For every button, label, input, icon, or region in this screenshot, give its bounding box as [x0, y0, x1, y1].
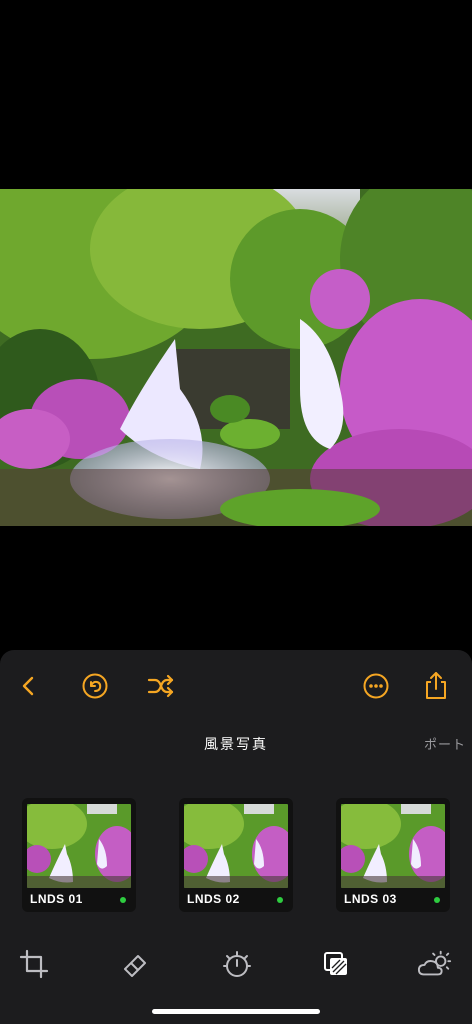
- preset-card-lnds-01[interactable]: LNDS 01: [22, 798, 136, 912]
- tab-landscape[interactable]: 風景写真: [204, 734, 268, 754]
- back-button[interactable]: [12, 669, 46, 703]
- tab-portrait[interactable]: ポート: [424, 734, 466, 753]
- crop-button[interactable]: [16, 946, 52, 982]
- eraser-button[interactable]: [118, 946, 154, 982]
- preset-label: LNDS 01: [30, 892, 83, 906]
- category-tabs: 風景写真 ポート: [0, 734, 472, 758]
- chevron-left-icon: [22, 676, 34, 696]
- preset-status-dot: [277, 897, 283, 903]
- preset-thumbnail: [184, 804, 288, 888]
- crop-icon: [19, 949, 49, 979]
- share-icon: [426, 672, 446, 699]
- more-button[interactable]: [359, 669, 393, 703]
- main-photo: [0, 189, 472, 526]
- eraser-icon: [124, 955, 146, 977]
- preset-label: LNDS 03: [344, 892, 397, 906]
- layers-button[interactable]: [318, 946, 354, 982]
- undo-icon: [82, 673, 108, 699]
- timer-button[interactable]: [219, 946, 255, 982]
- top-toolbar: [0, 650, 472, 720]
- weather-icon: [417, 950, 452, 976]
- preset-status-dot: [120, 897, 126, 903]
- weather-button[interactable]: [417, 946, 453, 982]
- home-indicator[interactable]: [152, 1009, 320, 1014]
- preset-card-lnds-02[interactable]: LNDS 02: [179, 798, 293, 912]
- more-icon: [363, 673, 389, 699]
- undo-button[interactable]: [78, 669, 112, 703]
- shuffle-button[interactable]: [144, 669, 178, 703]
- bottom-toolbar: [0, 946, 472, 986]
- preset-status-dot: [434, 897, 440, 903]
- preset-list: LNDS 01 LNDS 02 LNDS 03: [0, 798, 472, 914]
- preset-thumbnail: [27, 804, 131, 888]
- layers-icon: [324, 952, 347, 975]
- preset-card-lnds-03[interactable]: LNDS 03: [336, 798, 450, 912]
- preset-label: LNDS 02: [187, 892, 240, 906]
- timer-icon: [223, 951, 251, 977]
- shuffle-icon: [147, 674, 174, 698]
- share-button[interactable]: [419, 669, 453, 703]
- editor-panel: 風景写真 ポート LNDS 01 LNDS 02 LNDS 03: [0, 650, 472, 1024]
- preset-thumbnail: [341, 804, 445, 888]
